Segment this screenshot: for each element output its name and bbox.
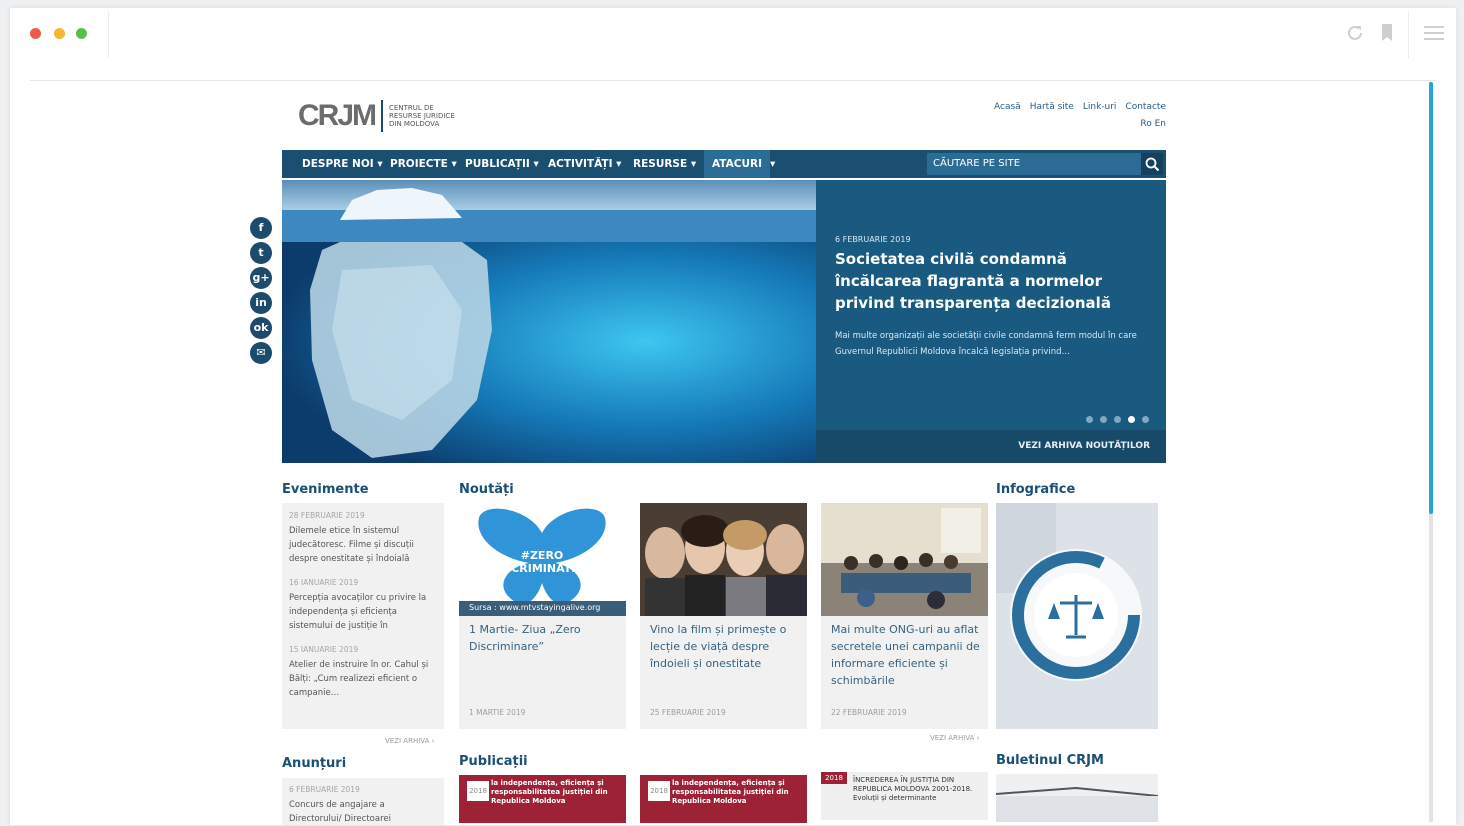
news-date: 1 MARTIE 2019 — [469, 708, 526, 717]
news-archive-link[interactable]: VEZI ARHIVA › — [930, 734, 979, 742]
hero-title[interactable]: Societatea civilă condamnă încălcarea fl… — [835, 248, 1135, 314]
slider-dot[interactable] — [1086, 416, 1093, 423]
event-date: 28 FEBRUARIE 2019 — [289, 511, 365, 520]
event-date: 15 IANUARIE 2019 — [289, 645, 359, 654]
hero-date: 6 FEBRUARIE 2019 — [835, 235, 911, 244]
publication-title: ÎNCREDEREA ÎN JUSTIȚIA DIN REPUBLICA MOL… — [853, 776, 973, 802]
news-image-people[interactable] — [640, 503, 807, 616]
publication-title: la independența, eficiența și responsabi… — [491, 779, 608, 805]
events-list: 28 FEBRUARIE 2019 Dilemele etice în sist… — [282, 503, 444, 729]
event-item[interactable]: 28 FEBRUARIE 2019 Dilemele etice în sist… — [289, 511, 437, 566]
site-logo[interactable]: CRJM CENTRUL DE RESURSE JURIDICE DIN MOL… — [298, 96, 467, 136]
search-icon — [1145, 157, 1160, 172]
slider-dot[interactable] — [1114, 416, 1121, 423]
event-title[interactable]: Dilemele etice în sistemul judecătoresc.… — [289, 524, 437, 566]
logo-text: CENTRUL DE RESURSE JURIDICE DIN MOLDOVA — [389, 104, 455, 128]
news-card[interactable]: Vino la film și primește o lecție de via… — [640, 503, 807, 729]
minimize-dot-icon[interactable] — [54, 28, 65, 39]
link-contacte[interactable]: Contacte — [1125, 102, 1166, 112]
section-title-noutati: Noutăți — [459, 482, 514, 497]
announcement-date: 6 FEBRUARIE 2019 — [289, 785, 360, 794]
scales-of-justice-icon — [996, 503, 1158, 729]
link-acasa[interactable]: Acasă — [994, 102, 1021, 112]
maximize-dot-icon[interactable] — [76, 28, 87, 39]
top-links: Acasă Hartă site Link-uri Contacte — [994, 102, 1166, 112]
announcement-item[interactable]: 6 FEBRUARIE 2019 Concurs de angajare a D… — [282, 778, 444, 825]
publication-cover[interactable]: 2018 la independența, eficiența și respo… — [459, 775, 626, 823]
link-harta-site[interactable]: Hartă site — [1030, 102, 1074, 112]
news-archive-link[interactable]: VEZI ARHIVA NOUTĂȚILOR — [816, 430, 1166, 463]
event-title[interactable]: Atelier de instruire în or. Cahul și Băl… — [289, 658, 437, 700]
main-nav: DESPRE NOI ▾ PROIECTE ▾ PUBLICAȚII ▾ ACT… — [282, 150, 1166, 178]
section-title-infografice: Infografice — [996, 482, 1076, 497]
section-title-publicatii: Publicații — [459, 754, 528, 769]
browser-toolbar — [10, 8, 1456, 58]
hero-summary: Mai multe organizații ale societății civ… — [835, 331, 1137, 357]
nav-publicatii[interactable]: PUBLICAȚII ▾ — [465, 150, 539, 178]
publication-cover[interactable]: 2018 ÎNCREDEREA ÎN JUSTIȚIA DIN REPUBLIC… — [821, 772, 988, 820]
nav-more-dropdown[interactable]: ▾ — [770, 150, 775, 178]
butterfly-caption-2: DISCRIMINATION — [490, 562, 594, 575]
link-linkuri[interactable]: Link-uri — [1083, 102, 1117, 112]
nav-proiecte[interactable]: PROIECTE ▾ — [390, 150, 457, 178]
slider-dots — [1086, 416, 1149, 423]
image-source: Sursa : www.mtvstayingalive.org — [469, 603, 601, 612]
news-image-meeting[interactable] — [821, 503, 988, 616]
event-item[interactable]: 16 IANUARIE 2019 Percepția avocaților cu… — [289, 578, 437, 633]
search-button[interactable] — [1141, 153, 1163, 175]
announcement-title[interactable]: Concurs de angajare a Directorului/ Dire… — [289, 798, 437, 826]
menu-icon[interactable] — [1424, 25, 1444, 41]
bulletin-cover[interactable] — [995, 774, 1159, 822]
nav-despre-noi[interactable]: DESPRE NOI ▾ — [302, 150, 383, 178]
butterfly-caption-1: #ZERO — [521, 549, 564, 562]
section-title-buletinul: Buletinul CRJM — [996, 753, 1104, 768]
section-title-evenimente: Evenimente — [282, 482, 369, 497]
nav-atacuri[interactable]: ATACURI — [704, 150, 771, 178]
events-archive-link[interactable]: VEZI ARHIVA › — [385, 737, 434, 745]
hero-content: 6 FEBRUARIE 2019 Societatea civilă conda… — [816, 180, 1166, 430]
google-plus-icon[interactable]: g+ — [250, 267, 272, 289]
nav-activitati[interactable]: ACTIVITĂȚI ▾ — [548, 150, 621, 178]
email-icon[interactable]: ✉ — [250, 342, 272, 364]
event-item[interactable]: 15 IANUARIE 2019 Atelier de instruire în… — [289, 645, 437, 700]
publication-year: 2018 — [467, 781, 489, 801]
publication-cover[interactable]: 2018 la independența, eficiența și respo… — [640, 775, 807, 823]
social-share-bar: f t g+ in ok ✉ — [250, 217, 272, 367]
slider-dot[interactable] — [1142, 416, 1149, 423]
slider-dot-active[interactable] — [1128, 416, 1135, 423]
news-card[interactable]: #ZERO DISCRIMINATION Sursa : www.mtvstay… — [459, 503, 626, 729]
bookmark-icon[interactable] — [1380, 23, 1394, 43]
close-dot-icon[interactable] — [30, 28, 41, 39]
language-switch[interactable]: Ro En — [1140, 119, 1166, 129]
infographic-card[interactable] — [996, 503, 1158, 729]
section-title-anunturi: Anunțuri — [282, 756, 347, 771]
linkedin-icon[interactable]: in — [250, 292, 272, 314]
news-date: 25 FEBRUARIE 2019 — [650, 708, 726, 717]
logo-mark: CRJM — [298, 99, 377, 132]
news-title[interactable]: Vino la film și primește o lecție de via… — [650, 621, 800, 672]
hero-image-iceberg[interactable] — [282, 180, 816, 463]
publication-year: 2018 — [648, 781, 670, 801]
search-input[interactable]: CĂUTARE PE SITE — [927, 153, 1141, 175]
event-date: 16 IANUARIE 2019 — [289, 578, 359, 587]
news-title[interactable]: Mai multe ONG-uri au aflat secretele une… — [831, 621, 981, 689]
scrollbar-thumb[interactable] — [1429, 82, 1433, 514]
publication-year: 2018 — [821, 772, 847, 784]
slider-dot[interactable] — [1100, 416, 1107, 423]
news-image-butterfly[interactable]: #ZERO DISCRIMINATION Sursa : www.mtvstay… — [459, 503, 626, 616]
news-card[interactable]: Mai multe ONG-uri au aflat secretele une… — [821, 503, 988, 729]
facebook-icon[interactable]: f — [250, 217, 272, 239]
event-title[interactable]: Percepția avocaților cu privire la indep… — [289, 591, 437, 633]
publication-title: la independența, eficiența și responsabi… — [672, 779, 789, 805]
news-title[interactable]: 1 Martie- Ziua „Zero Discriminare” — [469, 621, 619, 655]
odnoklassniki-icon[interactable]: ok — [250, 317, 272, 339]
reload-icon[interactable] — [1346, 24, 1364, 42]
nav-resurse[interactable]: RESURSE ▾ — [633, 150, 696, 178]
hero-slider: 6 FEBRUARIE 2019 Societatea civilă conda… — [282, 180, 1166, 463]
twitter-icon[interactable]: t — [250, 242, 272, 264]
news-date: 22 FEBRUARIE 2019 — [831, 708, 907, 717]
